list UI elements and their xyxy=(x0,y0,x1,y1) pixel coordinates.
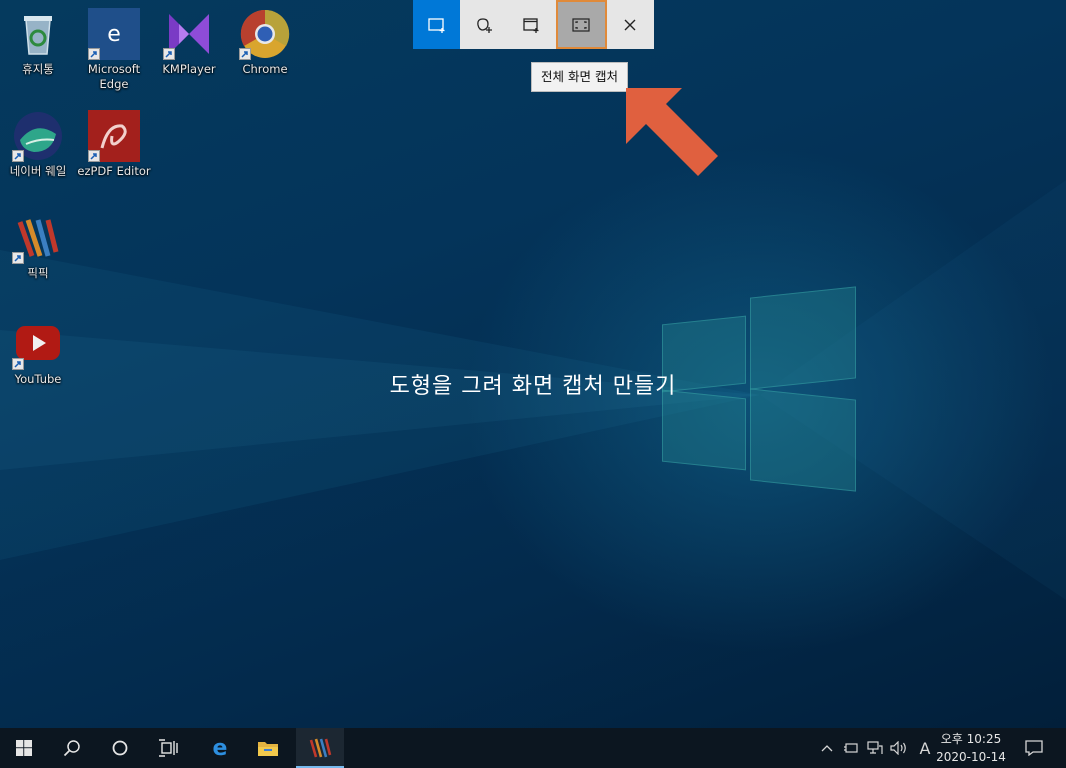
taskbar: e A 오후 10:25 2020-10-14 xyxy=(0,728,1066,768)
desktop-icon-kmplayer[interactable]: KMPlayer xyxy=(151,8,227,77)
svg-text:e: e xyxy=(213,737,228,759)
snip-instruction-text: 도형을 그려 화면 캡처 만들기 xyxy=(389,374,677,399)
shortcut-arrow-icon xyxy=(88,48,100,60)
taskbar-edge[interactable]: e xyxy=(196,728,244,768)
window-snip-button[interactable] xyxy=(508,0,555,49)
system-tray: A xyxy=(818,728,936,768)
task-view-icon xyxy=(159,739,178,757)
desktop-icon-chrome[interactable]: Chrome xyxy=(227,8,303,77)
desktop-icon-recycle-bin[interactable]: 휴지통 xyxy=(0,8,76,77)
battery-tray-icon[interactable] xyxy=(840,741,862,755)
fullscreen-snip-icon xyxy=(572,17,590,32)
picpick-icon xyxy=(12,212,64,264)
desktop-icon-edge[interactable]: e Microsoft Edge xyxy=(76,8,152,92)
cortana-button[interactable] xyxy=(96,728,144,768)
show-hidden-icons-button[interactable] xyxy=(818,744,836,752)
shortcut-arrow-icon xyxy=(12,150,24,162)
taskbar-clock[interactable]: 오후 10:25 2020-10-14 xyxy=(930,730,1012,766)
clock-time: 오후 10:25 xyxy=(940,732,1002,746)
close-snip-button[interactable] xyxy=(607,0,654,49)
svg-text:e: e xyxy=(107,22,121,47)
power-plug-icon xyxy=(844,743,858,753)
window-snip-icon xyxy=(523,17,539,33)
volume-tray-icon[interactable] xyxy=(888,741,910,755)
youtube-icon xyxy=(12,318,64,370)
file-explorer-icon xyxy=(258,742,278,756)
desktop-icon-whale[interactable]: 네이버 웨일 xyxy=(0,110,76,179)
edge-icon: e xyxy=(213,737,228,759)
shortcut-arrow-icon xyxy=(239,48,251,60)
freeform-snip-button[interactable] xyxy=(460,0,507,49)
cortana-icon xyxy=(112,740,128,756)
edge-icon: e xyxy=(88,8,140,60)
network-icon xyxy=(867,741,883,754)
close-icon xyxy=(624,19,636,30)
annotation-arrow-icon xyxy=(626,88,718,176)
shortcut-arrow-icon xyxy=(12,252,24,264)
desktop-icon-ezpdf[interactable]: ezPDF Editor xyxy=(76,110,152,179)
windows-logo-icon xyxy=(16,740,32,756)
fullscreen-snip-tooltip: 전체 화면 캡처 xyxy=(531,62,628,92)
taskbar-picpick[interactable] xyxy=(296,728,344,768)
whale-icon xyxy=(12,110,64,162)
wallpaper-light-beams xyxy=(0,180,1066,600)
ezpdf-icon xyxy=(88,110,140,162)
rectangular-snip-icon xyxy=(428,17,445,33)
chevron-up-icon xyxy=(821,745,833,752)
chrome-icon xyxy=(239,8,291,60)
action-center-button[interactable] xyxy=(1012,728,1056,768)
fullscreen-snip-button[interactable] xyxy=(556,0,607,49)
desktop: 휴지통 e Microsoft Edge KMPlayer Chrome 네이버… xyxy=(0,0,1066,728)
notification-icon xyxy=(1025,740,1043,756)
desktop-icon-picpick[interactable]: 픽픽 xyxy=(0,212,76,281)
speaker-icon xyxy=(890,741,906,755)
recycle-bin-icon xyxy=(12,8,64,60)
shortcut-arrow-icon xyxy=(88,150,100,162)
clock-date: 2020-10-14 xyxy=(936,750,1006,764)
taskbar-file-explorer[interactable] xyxy=(244,728,292,768)
picpick-icon xyxy=(309,738,332,758)
snip-toolbar xyxy=(413,0,654,49)
rectangular-snip-button[interactable] xyxy=(413,0,461,49)
start-button[interactable] xyxy=(0,728,48,768)
task-view-button[interactable] xyxy=(144,728,192,768)
shortcut-arrow-icon xyxy=(163,48,175,60)
search-button[interactable] xyxy=(48,728,96,768)
freeform-snip-icon xyxy=(477,17,493,33)
kmplayer-icon xyxy=(163,8,215,60)
search-icon xyxy=(63,740,80,757)
network-tray-icon[interactable] xyxy=(864,741,886,755)
